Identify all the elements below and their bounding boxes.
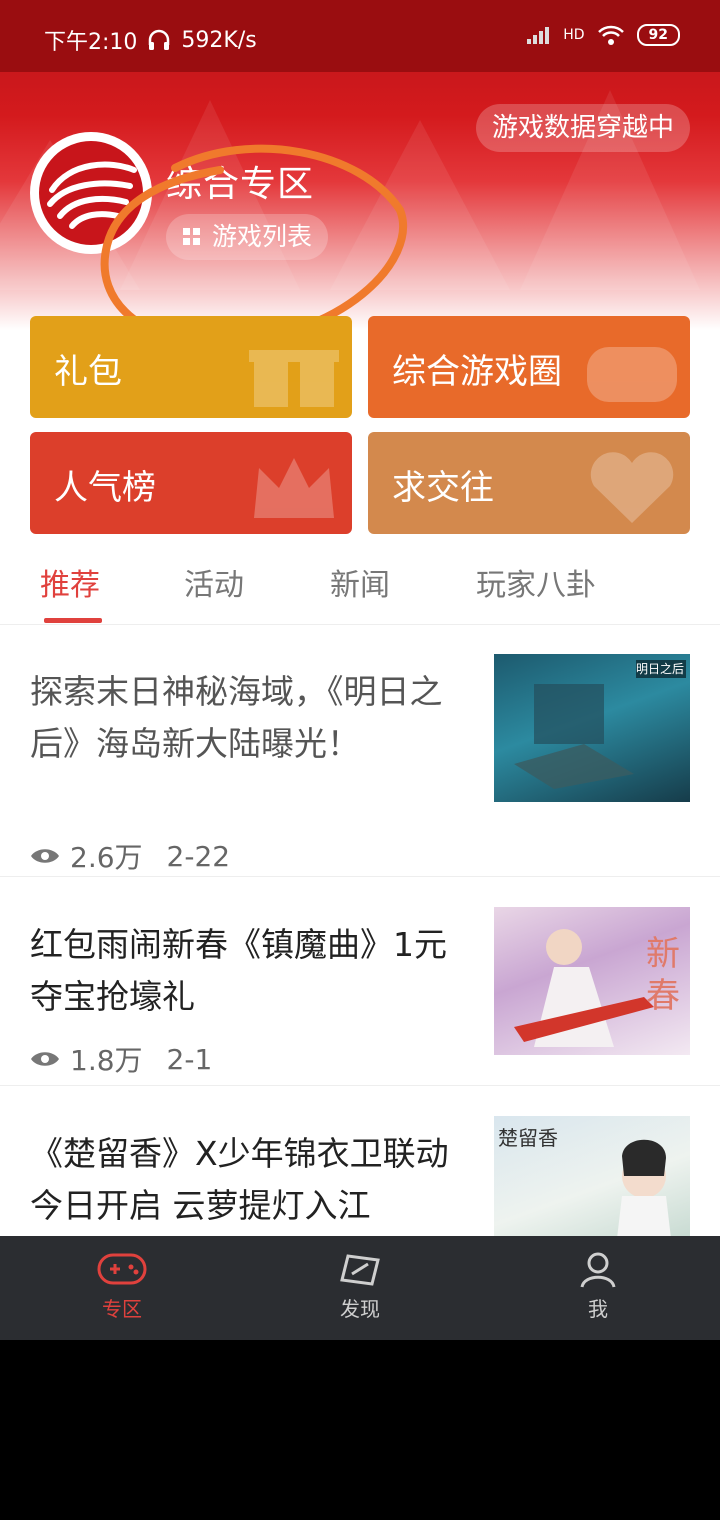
view-count: 2.6万 bbox=[70, 841, 143, 874]
signal-icon bbox=[527, 27, 550, 44]
publish-date: 2-22 bbox=[166, 839, 231, 873]
nav-item-discover[interactable]: 发现 bbox=[300, 1250, 420, 1322]
crown-icon bbox=[254, 458, 334, 518]
news-meta: 2.6万 2-22 bbox=[30, 836, 230, 876]
popularity-rank-tile[interactable]: 人气榜 bbox=[30, 432, 352, 534]
eye-icon bbox=[31, 849, 59, 863]
content-tabs: 推荐 活动 新闻 玩家八卦 bbox=[0, 548, 720, 625]
heart-icon bbox=[590, 452, 674, 523]
news-thumbnail: 明日之后 bbox=[494, 654, 690, 802]
news-meta: 1.8万 2-1 bbox=[30, 1039, 212, 1079]
news-item[interactable]: 探索末日神秘海域，《明日之后》海岛新大陆曝光！ 2.6万 2-22 明日之后 bbox=[0, 624, 720, 877]
nav-item-me[interactable]: 我 bbox=[538, 1250, 658, 1322]
gift-pack-tile[interactable]: 礼包 bbox=[30, 316, 352, 418]
publish-date: 2-1 bbox=[166, 1042, 213, 1076]
tab-activities[interactable]: 活动 bbox=[184, 560, 244, 604]
discover-icon bbox=[340, 1254, 380, 1286]
game-circle-label: 综合游戏圈 bbox=[392, 352, 562, 392]
grid-icon bbox=[183, 228, 200, 245]
network-speed: 592K/s bbox=[181, 27, 257, 53]
status-time: 下午2:10 bbox=[44, 30, 138, 55]
tab-news[interactable]: 新闻 bbox=[330, 560, 390, 604]
netease-logo-icon bbox=[33, 135, 149, 251]
view-count: 1.8万 bbox=[70, 1044, 143, 1077]
tab-player-gossip[interactable]: 玩家八卦 bbox=[476, 560, 596, 604]
nav-label-discover: 发现 bbox=[340, 1297, 380, 1321]
news-title: 《楚留香》X少年锦衣卫联动今日开启 云萝提灯入江 bbox=[30, 1134, 449, 1225]
tab-recommend[interactable]: 推荐 bbox=[40, 560, 100, 604]
gamepad-icon bbox=[97, 1253, 147, 1285]
news-thumbnail: 新春 bbox=[494, 907, 690, 1055]
sync-status-pill[interactable]: 游戏数据穿越中 bbox=[475, 104, 690, 152]
news-title: 探索末日神秘海域，《明日之后》海岛新大陆曝光！ bbox=[30, 672, 443, 763]
app-screen: 下午2:10 592K/s HD 92 游戏数据穿越中 综合专区 游戏列表 礼包… bbox=[0, 0, 720, 1340]
gift-icon bbox=[249, 350, 339, 407]
make-friends-label: 求交往 bbox=[392, 468, 494, 508]
game-list-button[interactable]: 游戏列表 bbox=[166, 214, 329, 260]
nav-item-zone[interactable]: 专区 bbox=[62, 1250, 182, 1322]
headphones-icon bbox=[149, 29, 170, 50]
nav-label-me: 我 bbox=[588, 1297, 608, 1321]
bottom-nav: 专区 发现 我 bbox=[0, 1236, 720, 1340]
thumbnail-caption: 楚留香 bbox=[498, 1126, 558, 1150]
nav-label-zone: 专区 bbox=[102, 1297, 142, 1321]
hd-indicator: HD bbox=[563, 27, 585, 43]
wifi-icon bbox=[597, 25, 624, 45]
thumbnail-caption: 新春 bbox=[646, 934, 680, 1016]
news-item[interactable]: 《楚留香》X少年锦衣卫联动今日开启 云萝提灯入江 楚留香 bbox=[0, 1086, 720, 1264]
game-list-label: 游戏列表 bbox=[212, 222, 313, 251]
gamepad-deco-icon bbox=[587, 347, 677, 402]
news-item[interactable]: 红包雨闹新春《镇魔曲》1元夺宝抢壕礼 1.8万 2-1 新春 bbox=[0, 877, 720, 1086]
make-friends-tile[interactable]: 求交往 bbox=[368, 432, 690, 534]
status-bar: 下午2:10 592K/s HD 92 bbox=[0, 0, 720, 72]
popularity-rank-label: 人气榜 bbox=[54, 468, 156, 508]
zone-title: 综合专区 bbox=[166, 164, 315, 205]
person-icon bbox=[580, 1252, 616, 1288]
game-circle-tile[interactable]: 综合游戏圈 bbox=[368, 316, 690, 418]
thumbnail-caption: 明日之后 bbox=[635, 662, 684, 676]
active-tab-indicator bbox=[44, 618, 102, 623]
eye-icon bbox=[31, 1052, 59, 1066]
gift-pack-label: 礼包 bbox=[54, 352, 122, 392]
app-logo bbox=[30, 132, 152, 254]
battery-indicator: 92 bbox=[636, 24, 680, 46]
news-title: 红包雨闹新春《镇魔曲》1元夺宝抢壕礼 bbox=[30, 925, 447, 1016]
